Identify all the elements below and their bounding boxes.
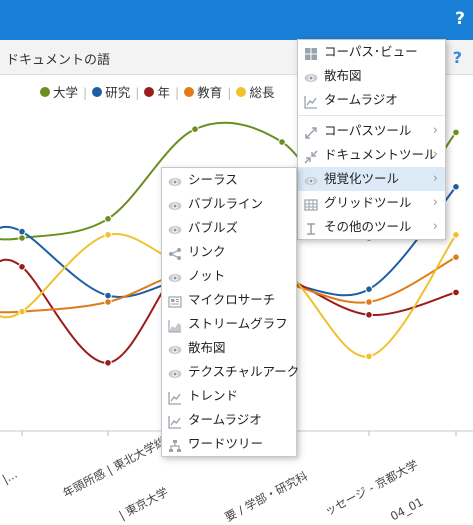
share-icon	[168, 245, 182, 260]
menu-item[interactable]: タームラジオ	[162, 408, 296, 432]
data-point[interactable]	[104, 215, 112, 223]
menu-item-label: テクスチャルアーク	[188, 364, 300, 379]
data-point[interactable]	[18, 234, 26, 242]
menu-item[interactable]: マイクロサーチ	[162, 288, 296, 312]
menu-item-label: ストリームグラフ	[188, 316, 288, 331]
menu-item[interactable]: ドキュメントツール ›	[298, 143, 445, 167]
chevron-right-icon: ›	[432, 195, 438, 210]
eye-icon	[168, 197, 182, 211]
line-chart-icon	[168, 413, 182, 429]
eye-icon	[304, 172, 318, 186]
sitemap-icon	[168, 437, 182, 452]
eye-icon	[168, 221, 182, 235]
eye-icon	[168, 269, 182, 283]
data-point[interactable]	[104, 298, 112, 306]
menu-item-label: ノット	[188, 268, 226, 283]
menu-item-label: ドキュメントツール	[324, 147, 437, 162]
data-point[interactable]	[365, 285, 373, 294]
data-point[interactable]	[365, 311, 373, 319]
line-chart-icon	[168, 389, 182, 405]
menu-item[interactable]: 散布図	[298, 64, 445, 88]
data-point[interactable]	[452, 288, 460, 297]
collapse-icon	[304, 148, 318, 164]
menu-item[interactable]: ノット	[162, 264, 296, 288]
menu-item-label: リンク	[188, 244, 226, 259]
menu-item[interactable]: 視覚化ツール ›	[298, 167, 445, 191]
menu-item-label: コーパス･ビュー	[324, 44, 418, 59]
line-chart-icon	[304, 93, 318, 109]
data-point[interactable]	[452, 231, 460, 239]
eye-icon	[168, 341, 182, 355]
menu-item[interactable]: テクスチャルアーク	[162, 360, 300, 384]
menu-item-label: その他のツール	[324, 219, 412, 234]
menu-item-label: 散布図	[324, 68, 362, 83]
menu-item-label: ワードツリー	[188, 436, 264, 451]
data-point[interactable]	[104, 359, 112, 367]
menu-item[interactable]: バブルズ	[162, 216, 296, 240]
menu-item[interactable]: 散布図	[162, 336, 296, 360]
chevron-right-icon: ›	[432, 123, 438, 138]
eye-icon	[168, 173, 182, 187]
data-point[interactable]	[365, 298, 373, 306]
data-point[interactable]	[18, 227, 26, 236]
newspaper-icon	[168, 293, 182, 308]
data-point[interactable]	[18, 263, 26, 271]
menu-item-label: コーパスツール	[324, 123, 412, 138]
menu-item-label: シーラス	[188, 172, 238, 187]
visualization-tools-submenu: シーラスバブルライン バブルズリンクノットマイクロサーチ ストリームグラフ 散布図テク…	[161, 167, 300, 457]
menu-item[interactable]: バブルライン	[162, 192, 296, 216]
menu-item[interactable]: その他のツール ›	[298, 215, 445, 239]
menu-item[interactable]: タームラジオ	[298, 88, 445, 112]
menu-item[interactable]: グリッドツール ›	[298, 191, 445, 215]
eye-icon	[304, 69, 318, 83]
text-cursor-icon	[304, 220, 318, 235]
menu-separator	[298, 115, 445, 116]
menu-item-label: マイクロサーチ	[188, 292, 276, 307]
menu-item[interactable]: リンク	[162, 240, 296, 264]
menu-item-label: 散布図	[188, 340, 226, 355]
menu-item-label: タームラジオ	[324, 92, 398, 107]
menu-item-label: バブルズ	[188, 220, 239, 235]
menu-item-label: グリッドツール	[324, 195, 412, 210]
data-point[interactable]	[452, 253, 460, 262]
area-chart-icon	[168, 317, 182, 333]
menu-item[interactable]: コーパス･ビュー	[298, 40, 445, 64]
chevron-right-icon: ›	[432, 219, 438, 234]
menu-item[interactable]: ワードツリー	[162, 432, 296, 456]
menu-item[interactable]: シーラス	[162, 168, 296, 192]
chevron-right-icon: ›	[432, 147, 438, 162]
menu-item[interactable]: コーパスツール ›	[298, 119, 445, 143]
data-point[interactable]	[278, 138, 286, 146]
chevron-right-icon: ›	[432, 171, 438, 186]
eye-icon	[168, 365, 182, 379]
data-point[interactable]	[452, 183, 460, 191]
menu-item-label: バブルライン	[188, 196, 264, 211]
menu-item[interactable]: トレンド	[162, 384, 296, 408]
data-point[interactable]	[191, 125, 199, 133]
window-icon	[304, 45, 318, 60]
expand-icon	[304, 124, 318, 139]
data-point[interactable]	[365, 352, 373, 361]
tools-menu: コーパス･ビュー 散布図 タームラジオ コーパスツール › ドキュメントツール › 視覚化ツー…	[297, 39, 446, 240]
menu-item-label: 視覚化ツール	[324, 171, 400, 186]
menu-item-label: タームラジオ	[188, 412, 262, 427]
data-point[interactable]	[452, 128, 460, 137]
data-point[interactable]	[18, 307, 26, 316]
menu-item-label: トレンド	[188, 388, 239, 403]
data-point[interactable]	[104, 231, 112, 239]
data-point[interactable]	[104, 291, 112, 300]
menu-item[interactable]: ストリームグラフ	[162, 312, 296, 336]
grid-icon	[304, 196, 318, 211]
